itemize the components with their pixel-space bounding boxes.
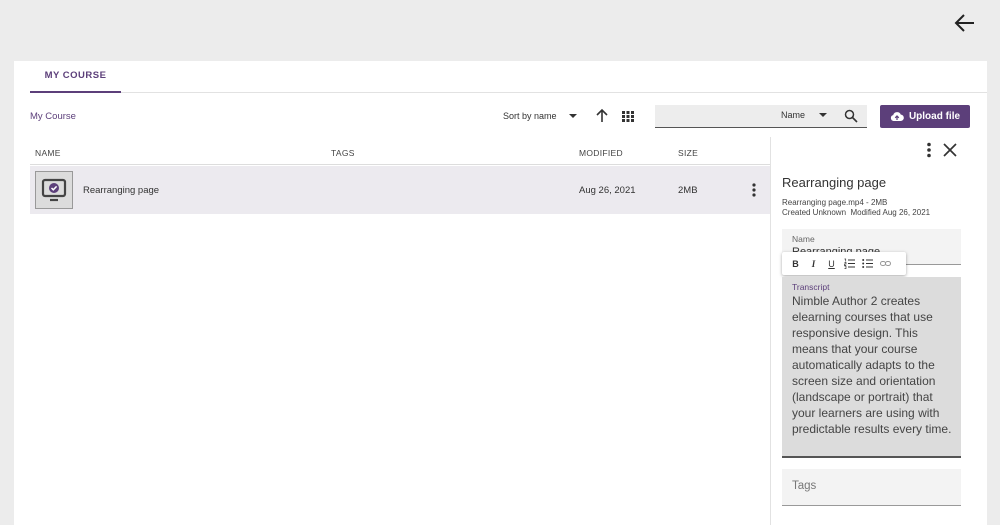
breadcrumb[interactable]: My Course: [30, 111, 76, 122]
tags-field[interactable]: Tags: [782, 469, 961, 506]
back-arrow-icon[interactable]: [952, 10, 978, 36]
ordered-list-icon[interactable]: [844, 258, 855, 270]
column-tags[interactable]: TAGS: [331, 148, 355, 158]
video-thumbnail: [35, 171, 73, 209]
chevron-down-icon: [819, 113, 828, 117]
table-header: NAME TAGS MODIFIED SIZE: [30, 141, 770, 165]
table-row[interactable]: Rearranging page Aug 26, 2021 2MB: [30, 166, 770, 214]
name-field-label: Name: [792, 234, 815, 244]
cloud-upload-icon: [890, 112, 904, 122]
link-icon[interactable]: [880, 258, 891, 270]
search-type-label: Name: [781, 110, 806, 120]
tab-my-course[interactable]: MY COURSE: [30, 61, 121, 93]
video-check-icon: [41, 178, 67, 202]
column-size[interactable]: SIZE: [678, 148, 698, 158]
more-vertical-icon[interactable]: [748, 182, 760, 198]
grid-view-icon[interactable]: [619, 107, 637, 125]
arrow-up-icon[interactable]: [593, 107, 611, 125]
transcript-label: Transcript: [792, 282, 830, 292]
upload-file-label: Upload file: [908, 111, 961, 122]
underline-icon[interactable]: U: [826, 258, 837, 270]
tab-bar: MY COURSE: [30, 61, 987, 93]
row-modified: Aug 26, 2021: [579, 185, 636, 196]
search-input[interactable]: [659, 109, 769, 124]
close-icon[interactable]: [942, 142, 958, 158]
rich-text-toolbar: B I U: [782, 252, 906, 275]
upload-file-button[interactable]: Upload file: [880, 105, 970, 128]
tags-field-label: Tags: [792, 480, 817, 492]
sort-label: Sort by name: [503, 111, 557, 121]
details-panel: Rearranging page Rearranging page.mp4 - …: [770, 137, 987, 525]
row-size: 2MB: [678, 185, 698, 196]
bullet-list-icon[interactable]: [862, 258, 873, 270]
search-bar: Name: [655, 105, 867, 128]
details-file-info: Rearranging page.mp4 - 2MB: [782, 198, 888, 207]
sort-dropdown[interactable]: Sort by name: [503, 107, 577, 125]
search-type-dropdown[interactable]: Name: [781, 110, 828, 120]
search-icon[interactable]: [844, 109, 858, 123]
transcript-field[interactable]: Transcript Nimble Author 2 creates elear…: [782, 277, 961, 458]
italic-icon[interactable]: I: [808, 258, 819, 270]
details-title: Rearranging page: [782, 175, 887, 190]
bold-icon[interactable]: B: [790, 258, 801, 270]
column-modified[interactable]: MODIFIED: [579, 148, 623, 158]
transcript-text[interactable]: Nimble Author 2 creates elearning course…: [792, 293, 954, 437]
column-name[interactable]: NAME: [35, 148, 61, 158]
chevron-down-icon: [568, 114, 577, 118]
details-dates: Created Unknown Modified Aug 26, 2021: [782, 208, 931, 217]
more-vertical-icon[interactable]: [923, 141, 935, 159]
row-name: Rearranging page: [83, 185, 160, 196]
file-manager-card: MY COURSE My Course Sort by name Name Up…: [14, 61, 987, 525]
